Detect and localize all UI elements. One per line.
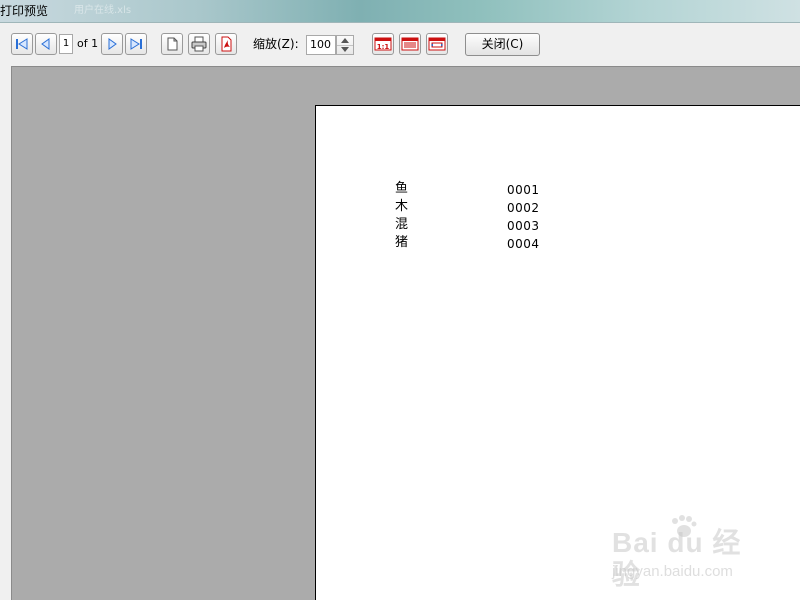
page-setup-icon bbox=[167, 37, 178, 51]
page-count-label: of 1 bbox=[77, 37, 99, 50]
row-name: 鱼 bbox=[395, 181, 409, 196]
fit-page-button[interactable] bbox=[399, 33, 421, 55]
watermark-url: jingyan.baidu.com bbox=[612, 563, 733, 580]
row-name: 木 bbox=[395, 199, 409, 214]
pdf-export-icon bbox=[221, 36, 232, 52]
baidu-watermark: Bai du 经验 jingyan.baidu.com bbox=[612, 515, 762, 590]
zoom-down-button[interactable] bbox=[337, 45, 353, 54]
previous-page-button[interactable] bbox=[35, 33, 57, 55]
row-name: 猪 bbox=[395, 235, 409, 250]
close-button[interactable]: 关闭(C) bbox=[465, 33, 540, 56]
export-pdf-button[interactable] bbox=[215, 33, 237, 55]
zoom-input[interactable]: 100 bbox=[306, 35, 336, 55]
printer-icon bbox=[191, 36, 207, 52]
row-code: 0004 bbox=[507, 237, 540, 251]
zoom-label: 缩放(Z): bbox=[253, 37, 299, 51]
window-title: 打印预览 bbox=[0, 4, 49, 18]
watermark-brand: Bai du 经验 bbox=[612, 527, 742, 590]
caret-down-icon bbox=[341, 47, 349, 52]
last-page-button[interactable] bbox=[125, 33, 147, 55]
svg-text:1:1: 1:1 bbox=[377, 43, 390, 51]
actual-size-icon: 1:1 bbox=[374, 37, 392, 51]
row-name: 混 bbox=[395, 217, 409, 232]
title-bar: 打印预览 用户在线.xls bbox=[0, 0, 800, 23]
fit-page-icon bbox=[401, 37, 419, 51]
next-page-icon bbox=[108, 38, 117, 50]
fit-width-icon bbox=[428, 37, 446, 51]
row-code: 0001 bbox=[507, 183, 540, 197]
next-page-button[interactable] bbox=[101, 33, 123, 55]
first-page-icon bbox=[16, 38, 28, 50]
zoom-spinner[interactable] bbox=[336, 35, 354, 55]
actual-size-button[interactable]: 1:1 bbox=[372, 33, 394, 55]
first-page-button[interactable] bbox=[11, 33, 33, 55]
caret-up-icon bbox=[341, 38, 349, 43]
row-code: 0002 bbox=[507, 201, 540, 215]
print-button[interactable] bbox=[188, 33, 210, 55]
row-code: 0003 bbox=[507, 219, 540, 233]
previous-page-icon bbox=[41, 38, 50, 50]
background-window-title: 用户在线.xls bbox=[74, 5, 132, 16]
fit-width-button[interactable] bbox=[426, 33, 448, 55]
current-page-input[interactable]: 1 bbox=[59, 34, 73, 54]
last-page-icon bbox=[130, 38, 142, 50]
page-setup-button[interactable] bbox=[161, 33, 183, 55]
